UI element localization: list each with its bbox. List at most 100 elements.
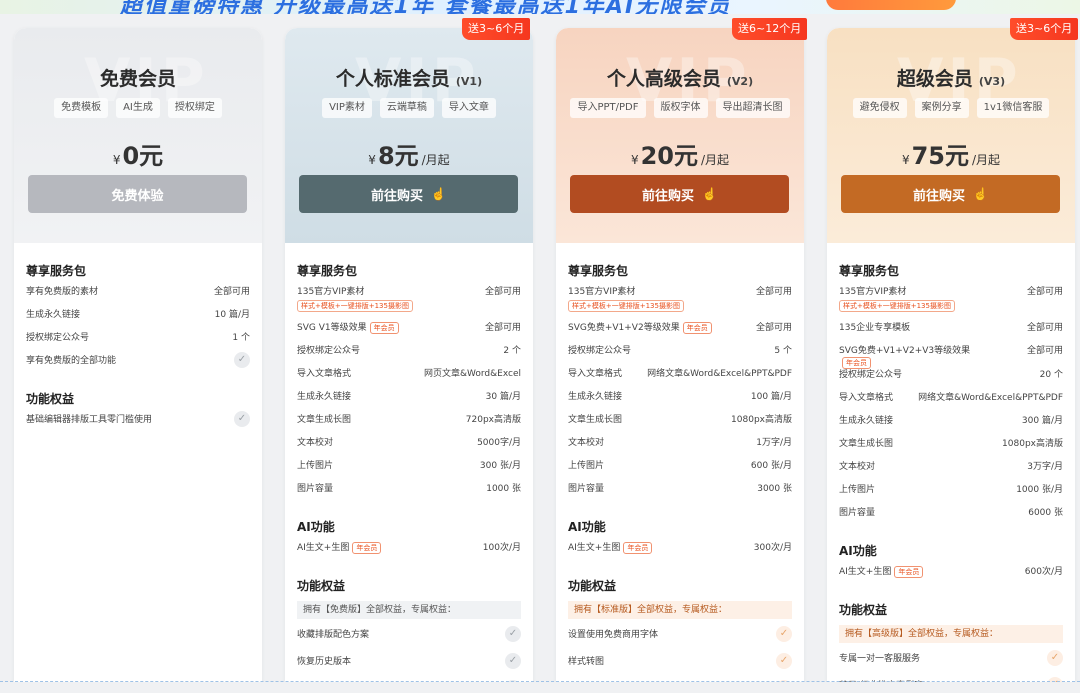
feature-label: 授权绑定公众号 bbox=[297, 345, 360, 357]
section-title: 功能权益 bbox=[839, 603, 888, 617]
feature-value: 全部可用 bbox=[1026, 287, 1063, 297]
feature-label: 生成永久链接 bbox=[297, 391, 351, 403]
feature-row: 图片容量 3000 张 bbox=[568, 483, 792, 506]
feature-value: 1 个 bbox=[232, 333, 250, 343]
feature-row: 享有免费版的全部功能 ✓ bbox=[26, 352, 250, 378]
feature-value: 100次/月 bbox=[482, 543, 521, 553]
banner-button[interactable] bbox=[826, 0, 956, 10]
feature-label: 导入文章格式 bbox=[297, 368, 351, 380]
feature-name: 生成永久链接 bbox=[26, 310, 81, 320]
feature-name: 恢复历史版本 bbox=[297, 657, 352, 667]
annual-badge: 年会员 bbox=[352, 542, 382, 554]
feature-value: 全部可用 bbox=[1026, 346, 1063, 356]
section-title: 功能权益 bbox=[297, 579, 346, 593]
feature-label: 样式转图 bbox=[568, 656, 604, 668]
feature-name: 文本校对 bbox=[839, 462, 876, 472]
feature-row: 图片容量 1000 张 bbox=[297, 483, 521, 506]
feature-row: 授权绑定公众号 1 个 bbox=[26, 332, 250, 355]
feature-name: 文章生成长图 bbox=[568, 415, 623, 425]
inherit-note: 拥有【高级版】全部权益，专属权益： bbox=[839, 625, 1063, 643]
feature-value: 5000字/月 bbox=[477, 438, 521, 448]
buy-button[interactable]: 前往购买 ☝ bbox=[570, 175, 789, 213]
feature-value: 全部可用 bbox=[1026, 323, 1063, 333]
plan-tags: 避免侵权 案例分享 1v1微信客服 bbox=[827, 98, 1075, 118]
feature-name: 图片容量 bbox=[568, 484, 605, 494]
price-amount: 8元 bbox=[377, 142, 419, 170]
feature-name: 上传图片 bbox=[297, 461, 334, 471]
feature-value: 300 张/月 bbox=[479, 461, 521, 471]
inherit-note: 拥有【免费版】全部权益，专属权益： bbox=[297, 601, 521, 619]
plan-tag: 云端草稿 bbox=[379, 98, 434, 118]
free-trial-button[interactable]: 免费体验 bbox=[28, 175, 247, 213]
plan-tag: AI生成 bbox=[116, 98, 160, 118]
plan-card: VIP 个人高级会员 (V2) 导入PPT/PDF 版权字体 导出超清长图 ¥20元/月起前… bbox=[556, 28, 804, 693]
plan-title: 个人高级会员 (V2) bbox=[556, 64, 804, 91]
plan-name: 超级会员 bbox=[896, 68, 973, 90]
price-currency: ¥ bbox=[901, 153, 910, 167]
feature-row: 生成永久链接 30 篇/月 bbox=[297, 391, 521, 414]
plan-name: 个人高级会员 bbox=[606, 68, 721, 90]
plan-card: VIP 免费会员 免费模板 AI生成 授权绑定 ¥0元 免费体验 尊享服务包 享有免费版的素材全… bbox=[14, 28, 262, 693]
feature-label: AI生文+生图 年会员 bbox=[297, 542, 382, 554]
plan-tag: 避免侵权 bbox=[852, 98, 907, 118]
feature-row: 导入文章格式 网络文章&Word&Excel&PPT&PDF bbox=[839, 392, 1063, 415]
plan-name: 免费会员 bbox=[99, 68, 176, 90]
feature-value: 300次/月 bbox=[753, 543, 792, 553]
feature-label: 文本校对 bbox=[568, 437, 604, 449]
plan-tag: 导入文章 bbox=[441, 98, 496, 118]
feature-row: 收藏排版配色方案 ✓ bbox=[297, 626, 521, 656]
feature-row: 135官方VIP素材 样式+模板+一键排版+135摄影图 全部可用 bbox=[297, 286, 521, 322]
feature-name: 135官方VIP素材 bbox=[839, 287, 907, 297]
feature-label: 135官方VIP素材 样式+模板+一键排版+135摄影图 bbox=[297, 286, 413, 312]
feature-label: 导入文章格式 bbox=[839, 392, 893, 404]
plan-card: VIP 个人标准会员 (V1) VIP素材 云端草稿 导入文章 ¥8元/月起 前往购买 ☝ 尊享服… bbox=[285, 28, 533, 693]
section-title: AI功能 bbox=[297, 520, 335, 534]
feature-name: 图片容量 bbox=[297, 484, 334, 494]
promo-banner[interactable]: 超值重磅特惠 升级最高送1年 套餐最高送1年AI无限会员 bbox=[0, 0, 1080, 14]
plan-price: ¥8元/月起 bbox=[285, 136, 533, 171]
feature-name: 享有免费版的全部功能 bbox=[26, 356, 117, 366]
annual-badge: 年会员 bbox=[682, 322, 712, 334]
feature-name: 收藏排版配色方案 bbox=[297, 630, 370, 640]
feature-value: 网络文章&Word&Excel&PPT&PDF bbox=[918, 393, 1063, 403]
price-amount: 0元 bbox=[122, 142, 164, 170]
feature-label: SVG V1等级效果 年会员 bbox=[297, 322, 399, 334]
buy-button[interactable]: 前往购买 ☝ bbox=[299, 175, 518, 213]
feature-name: 导入文章格式 bbox=[297, 369, 352, 379]
feature-name: 生成永久链接 bbox=[297, 392, 352, 402]
feature-row: 文本校对 5000字/月 bbox=[297, 437, 521, 460]
feature-name: 上传图片 bbox=[568, 461, 605, 471]
plan-title: 免费会员 bbox=[14, 64, 262, 91]
feature-name: 135官方VIP素材 bbox=[297, 287, 365, 297]
feature-value: 全部可用 bbox=[484, 287, 521, 297]
feature-value: 3万字/月 bbox=[1027, 462, 1063, 472]
plan-card-header: VIP 个人标准会员 (V1) VIP素材 云端草稿 导入文章 ¥8元/月起 前往购买 ☝ bbox=[285, 28, 533, 243]
feature-value: 全部可用 bbox=[213, 287, 250, 297]
inherit-note: 拥有【标准版】全部权益，专属权益： bbox=[568, 601, 792, 619]
plan-tags: VIP素材 云端草稿 导入文章 bbox=[285, 98, 533, 118]
feature-label: 文章生成长图 bbox=[297, 414, 351, 426]
feature-row: 导入文章格式 网页文章&Word&Excel bbox=[297, 368, 521, 391]
annual-badge: 年会员 bbox=[842, 357, 871, 369]
feature-label: AI生文+生图 年会员 bbox=[568, 542, 653, 554]
feature-value: 5 个 bbox=[774, 346, 792, 356]
feature-value: 300 篇/月 bbox=[1021, 416, 1063, 426]
plan-name: 个人标准会员 bbox=[335, 68, 450, 90]
feature-name: 样式转图 bbox=[568, 657, 605, 667]
feature-label: 恢复历史版本 bbox=[297, 656, 351, 668]
plan-price: ¥20元/月起 bbox=[556, 136, 804, 171]
feature-label: 收藏排版配色方案 bbox=[297, 629, 369, 641]
feature-row: 文章生成长图 1080px高清版 bbox=[568, 414, 792, 437]
feature-row: 恢复历史版本 ✓ bbox=[297, 653, 521, 683]
feature-name: 授权绑定公众号 bbox=[568, 346, 632, 356]
feature-name: 基础编辑器排版工具零门槛使用 bbox=[26, 415, 153, 425]
feature-label: 文本校对 bbox=[839, 461, 875, 473]
feature-row: 图片容量 6000 张 bbox=[839, 507, 1063, 530]
plan-features: 尊享服务包 135官方VIP素材 样式+模板+一键排版+135摄影图 全部可用 SVG … bbox=[297, 258, 521, 693]
feature-row: 生成永久链接 100 篇/月 bbox=[568, 391, 792, 414]
buy-button[interactable]: 前往购买 ☝ bbox=[841, 175, 1060, 213]
plan-tag: 导入PPT/PDF bbox=[570, 98, 646, 118]
feature-row: 基础编辑器排版工具零门槛使用 ✓ bbox=[26, 411, 250, 437]
plan-tag: 免费模板 bbox=[54, 98, 109, 118]
feature-name: 文本校对 bbox=[297, 438, 334, 448]
